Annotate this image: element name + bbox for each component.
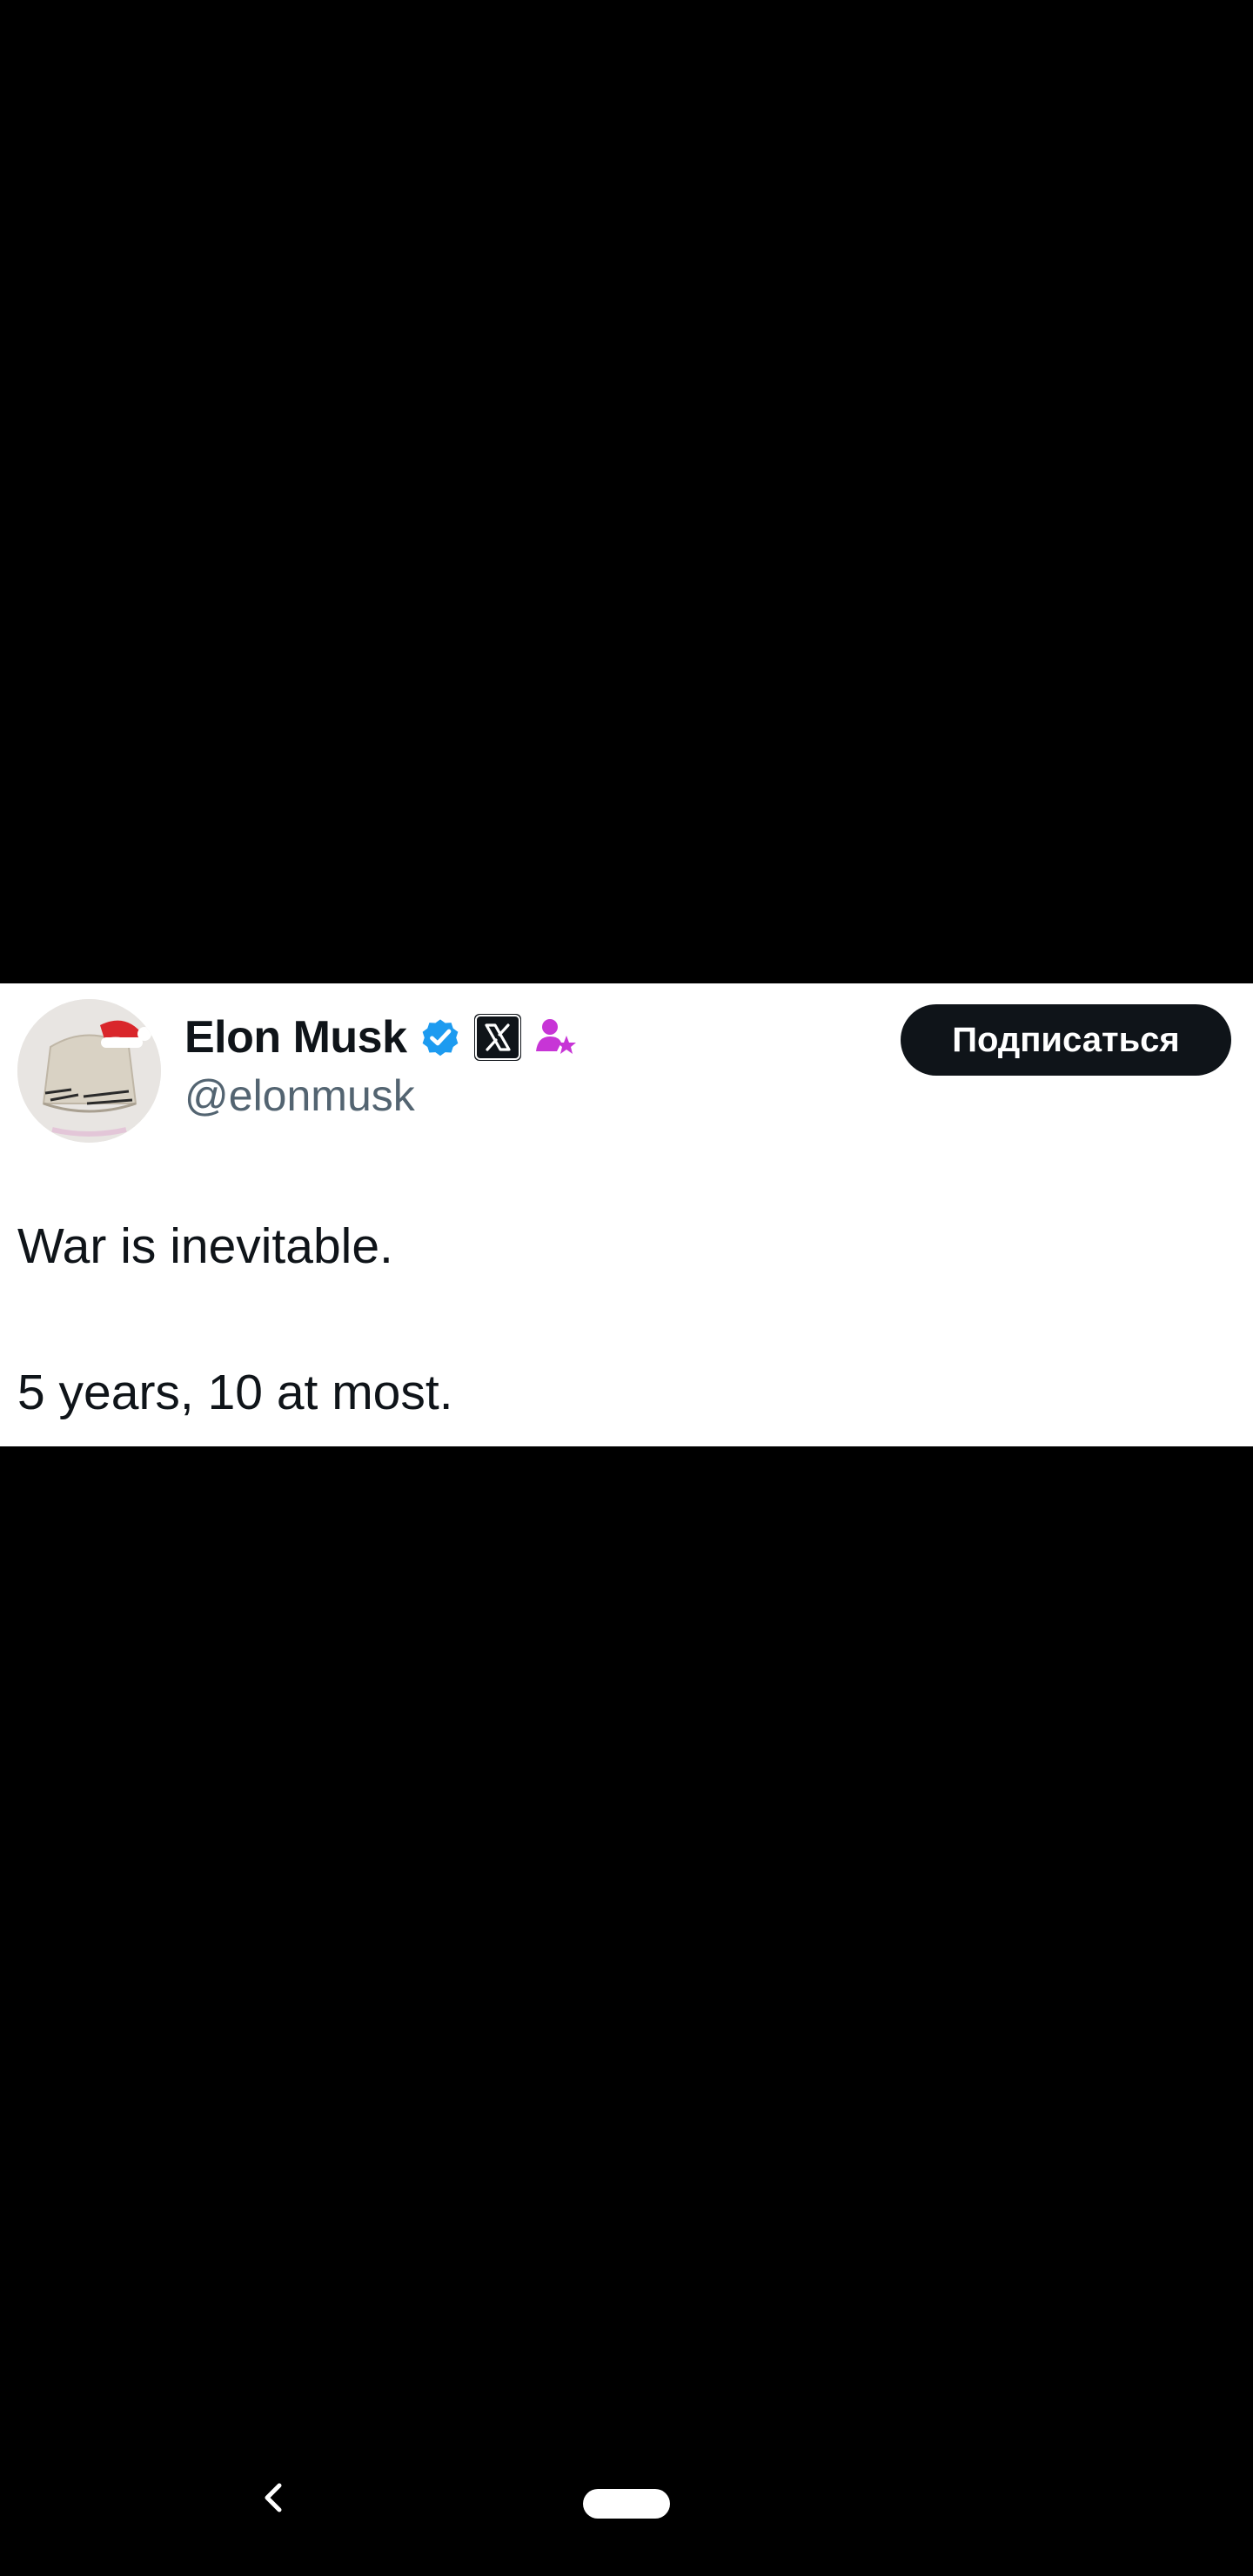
user-block: Elon Musk @elonmusk [184, 1010, 578, 1124]
back-button[interactable] [248, 2472, 300, 2524]
tweet-line: 5 years, 10 at most. [17, 1365, 453, 1420]
home-pill-icon[interactable] [583, 2489, 670, 2519]
tweet-card: Elon Musk @elonmusk Подписаться War is i… [0, 983, 1253, 1446]
chevron-left-icon [265, 2483, 282, 2512]
premium-subscriber-icon [533, 1015, 578, 1060]
follow-button[interactable]: Подписаться [901, 1004, 1231, 1076]
system-nav-bar [0, 2454, 1253, 2550]
tweet-text: War is inevitable. 5 years, 10 at most. [17, 1217, 1236, 1422]
tweet-line: War is inevitable. [17, 1218, 393, 1274]
name-row: Elon Musk [184, 1010, 578, 1065]
display-name[interactable]: Elon Musk [184, 1010, 407, 1065]
x-affiliate-badge-icon[interactable] [473, 1013, 522, 1062]
verified-badge-icon [418, 1015, 463, 1060]
handle[interactable]: @elonmusk [184, 1067, 578, 1124]
avatar-image-icon [17, 999, 161, 1143]
avatar[interactable] [17, 999, 161, 1143]
screen: Elon Musk @elonmusk Подписаться War is i… [0, 0, 1253, 2576]
